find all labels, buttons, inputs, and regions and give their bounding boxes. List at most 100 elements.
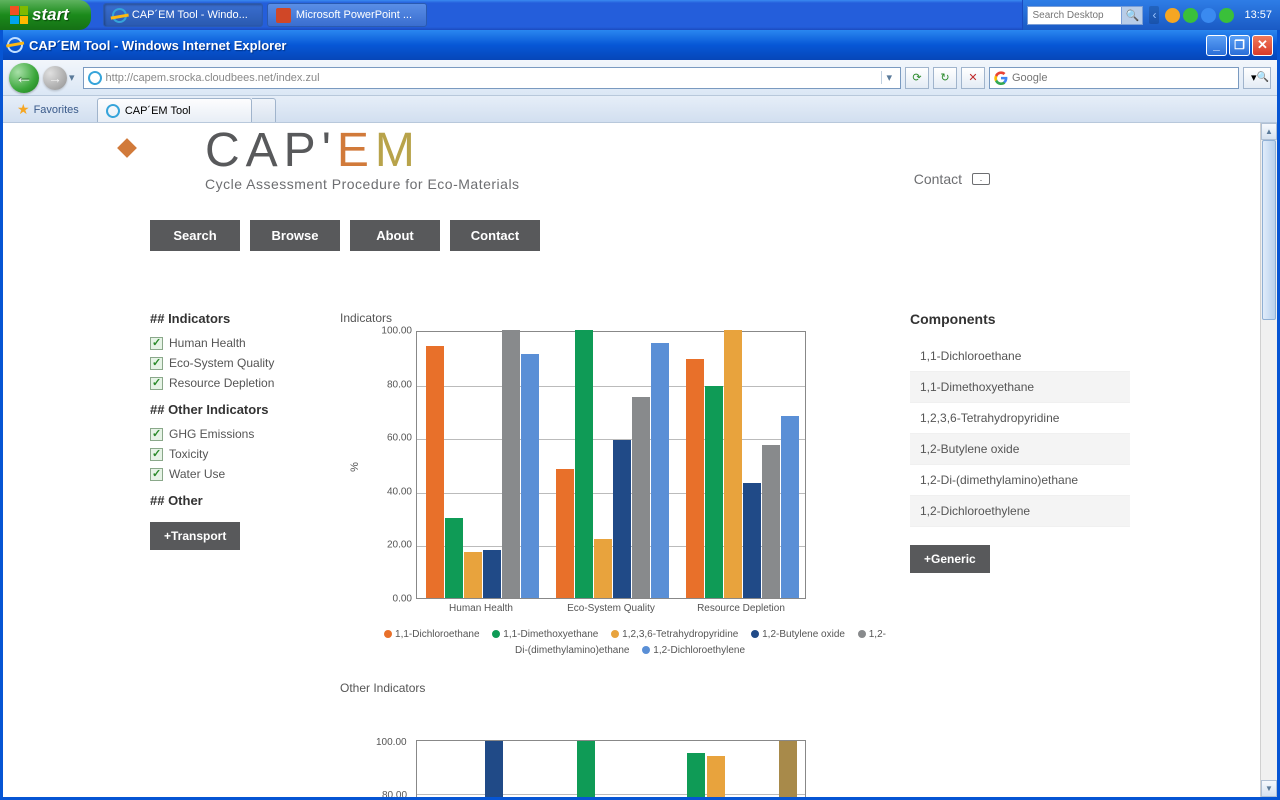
stop-button[interactable]: ✕	[961, 67, 985, 89]
system-tray: 🔍 ‹ 13:57	[1022, 0, 1280, 30]
nav-contact[interactable]: Contact	[450, 220, 540, 251]
mail-icon	[972, 173, 990, 185]
section-header: Components	[910, 311, 1130, 327]
charts-panel: Indicators % 1,1-Dichloroethane 1,1-Dime…	[340, 311, 890, 797]
chart-title: Indicators	[340, 311, 890, 325]
forward-button	[43, 66, 67, 90]
checkbox-human-health[interactable]: Human Health	[150, 336, 320, 350]
desktop-search-button[interactable]: 🔍	[1121, 6, 1143, 25]
nav-search[interactable]: Search	[150, 220, 240, 251]
bar	[632, 397, 650, 598]
close-button[interactable]: ✕	[1252, 35, 1273, 56]
bar	[651, 343, 669, 598]
address-dropdown-icon[interactable]: ▾	[881, 71, 896, 84]
desktop-search-input[interactable]	[1027, 6, 1122, 25]
tray-expand-icon[interactable]: ‹	[1149, 6, 1159, 24]
checkbox-icon	[150, 337, 163, 350]
ie-icon	[110, 6, 128, 24]
bar	[426, 346, 444, 598]
main-nav: Search Browse About Contact	[150, 220, 1130, 251]
site-logo: CAP'EM Cycle Assessment Procedure for Ec…	[205, 123, 1130, 192]
powerpoint-icon	[276, 8, 291, 23]
logo-decoration-icon	[117, 138, 137, 158]
bar	[743, 483, 761, 598]
ie-icon	[104, 102, 121, 119]
search-bar[interactable]	[989, 67, 1239, 89]
bar	[762, 445, 780, 598]
nav-browse[interactable]: Browse	[250, 220, 340, 251]
section-header: ## Other Indicators	[150, 402, 320, 417]
bar	[781, 416, 799, 598]
vertical-scrollbar[interactable]: ▲ ▼	[1260, 123, 1277, 797]
favorites-button[interactable]: ★ Favorites	[9, 97, 87, 122]
scroll-up-button[interactable]: ▲	[1261, 123, 1277, 140]
add-transport-button[interactable]: +Transport	[150, 522, 240, 550]
checkbox-ecosystem-quality[interactable]: Eco-System Quality	[150, 356, 320, 370]
tray-icon[interactable]	[1201, 8, 1216, 23]
taskbar-item-label: CAP´EM Tool - Windo...	[132, 9, 248, 21]
section-header: ## Indicators	[150, 311, 320, 326]
checkbox-resource-depletion[interactable]: Resource Depletion	[150, 376, 320, 390]
checkbox-icon	[150, 468, 163, 481]
component-item[interactable]: 1,1-Dichloroethane	[910, 341, 1130, 372]
page-viewport: CAP'EM Cycle Assessment Procedure for Ec…	[3, 123, 1277, 797]
filters-panel: ## Indicators Human Health Eco-System Qu…	[150, 311, 320, 797]
bar	[445, 518, 463, 598]
bar	[575, 330, 593, 598]
ie-navigation-bar: ▾ http://capem.srocka.cloudbees.net/inde…	[3, 60, 1277, 96]
refresh-button[interactable]: ↻	[933, 67, 957, 89]
bar	[521, 354, 539, 598]
taskbar-item-label: Microsoft PowerPoint ...	[296, 9, 412, 21]
checkbox-ghg[interactable]: GHG Emissions	[150, 427, 320, 441]
checkbox-water-use[interactable]: Water Use	[150, 467, 320, 481]
clock[interactable]: 13:57	[1244, 9, 1272, 21]
ie-window: CAP´EM Tool - Windows Internet Explorer …	[0, 30, 1280, 800]
component-item[interactable]: 1,1-Dimethoxyethane	[910, 372, 1130, 403]
add-generic-button[interactable]: +Generic	[910, 545, 990, 573]
search-input[interactable]	[1012, 72, 1234, 84]
minimize-button[interactable]: _	[1206, 35, 1227, 56]
scroll-down-button[interactable]: ▼	[1261, 780, 1277, 797]
taskbar-item-powerpoint[interactable]: Microsoft PowerPoint ...	[267, 3, 427, 27]
nav-history-dropdown[interactable]: ▾	[69, 71, 75, 84]
tray-icon[interactable]	[1183, 8, 1198, 23]
component-item[interactable]: 1,2,3,6-Tetrahydropyridine	[910, 403, 1130, 434]
start-button[interactable]: start	[0, 0, 91, 30]
nav-about[interactable]: About	[350, 220, 440, 251]
browser-tab[interactable]: CAP´EM Tool	[97, 98, 252, 122]
component-item[interactable]: 1,2-Dichloroethylene	[910, 496, 1130, 527]
other-indicators-chart: 100.00 80.00	[340, 725, 890, 797]
taskbar-item-ie[interactable]: CAP´EM Tool - Windo...	[103, 3, 263, 27]
compat-view-button[interactable]: ⟳	[905, 67, 929, 89]
tray-icon[interactable]	[1165, 8, 1180, 23]
site-tagline: Cycle Assessment Procedure for Eco-Mater…	[205, 176, 1130, 192]
window-title: CAP´EM Tool - Windows Internet Explorer	[29, 38, 286, 53]
bar	[686, 359, 704, 598]
chart-legend: 1,1-Dichloroethane 1,1-Dimethoxyethane 1…	[370, 627, 890, 659]
new-tab-button[interactable]	[252, 98, 276, 122]
scrollbar-thumb[interactable]	[1262, 140, 1276, 320]
bar	[464, 552, 482, 598]
indicators-chart: % 1,1-Dichloroethane 1,1-Dimethoxyethane…	[340, 331, 890, 671]
page-icon	[86, 69, 103, 86]
section-header: ## Other	[150, 493, 320, 508]
bar	[594, 539, 612, 598]
tray-network-icon[interactable]	[1219, 8, 1234, 23]
back-button[interactable]	[9, 63, 39, 93]
windows-logo-icon	[10, 6, 28, 24]
bar	[502, 330, 520, 598]
maximize-button[interactable]: ❐	[1229, 35, 1250, 56]
site-header: CAP'EM Cycle Assessment Procedure for Ec…	[150, 123, 1130, 192]
windows-taskbar: start CAP´EM Tool - Windo... Microsoft P…	[0, 0, 1280, 30]
ie-icon	[5, 35, 25, 55]
ie-tab-bar: ★ Favorites CAP´EM Tool	[3, 96, 1277, 123]
checkbox-toxicity[interactable]: Toxicity	[150, 447, 320, 461]
address-bar[interactable]: http://capem.srocka.cloudbees.net/index.…	[83, 67, 901, 89]
search-go-button[interactable]: ▾	[1243, 67, 1271, 89]
chart-title: Other Indicators	[340, 681, 890, 695]
tab-title: CAP´EM Tool	[125, 105, 191, 117]
component-item[interactable]: 1,2-Di-(dimethylamino)ethane	[910, 465, 1130, 496]
window-titlebar: CAP´EM Tool - Windows Internet Explorer …	[3, 30, 1277, 60]
component-item[interactable]: 1,2-Butylene oxide	[910, 434, 1130, 465]
contact-link[interactable]: Contact	[914, 171, 990, 187]
